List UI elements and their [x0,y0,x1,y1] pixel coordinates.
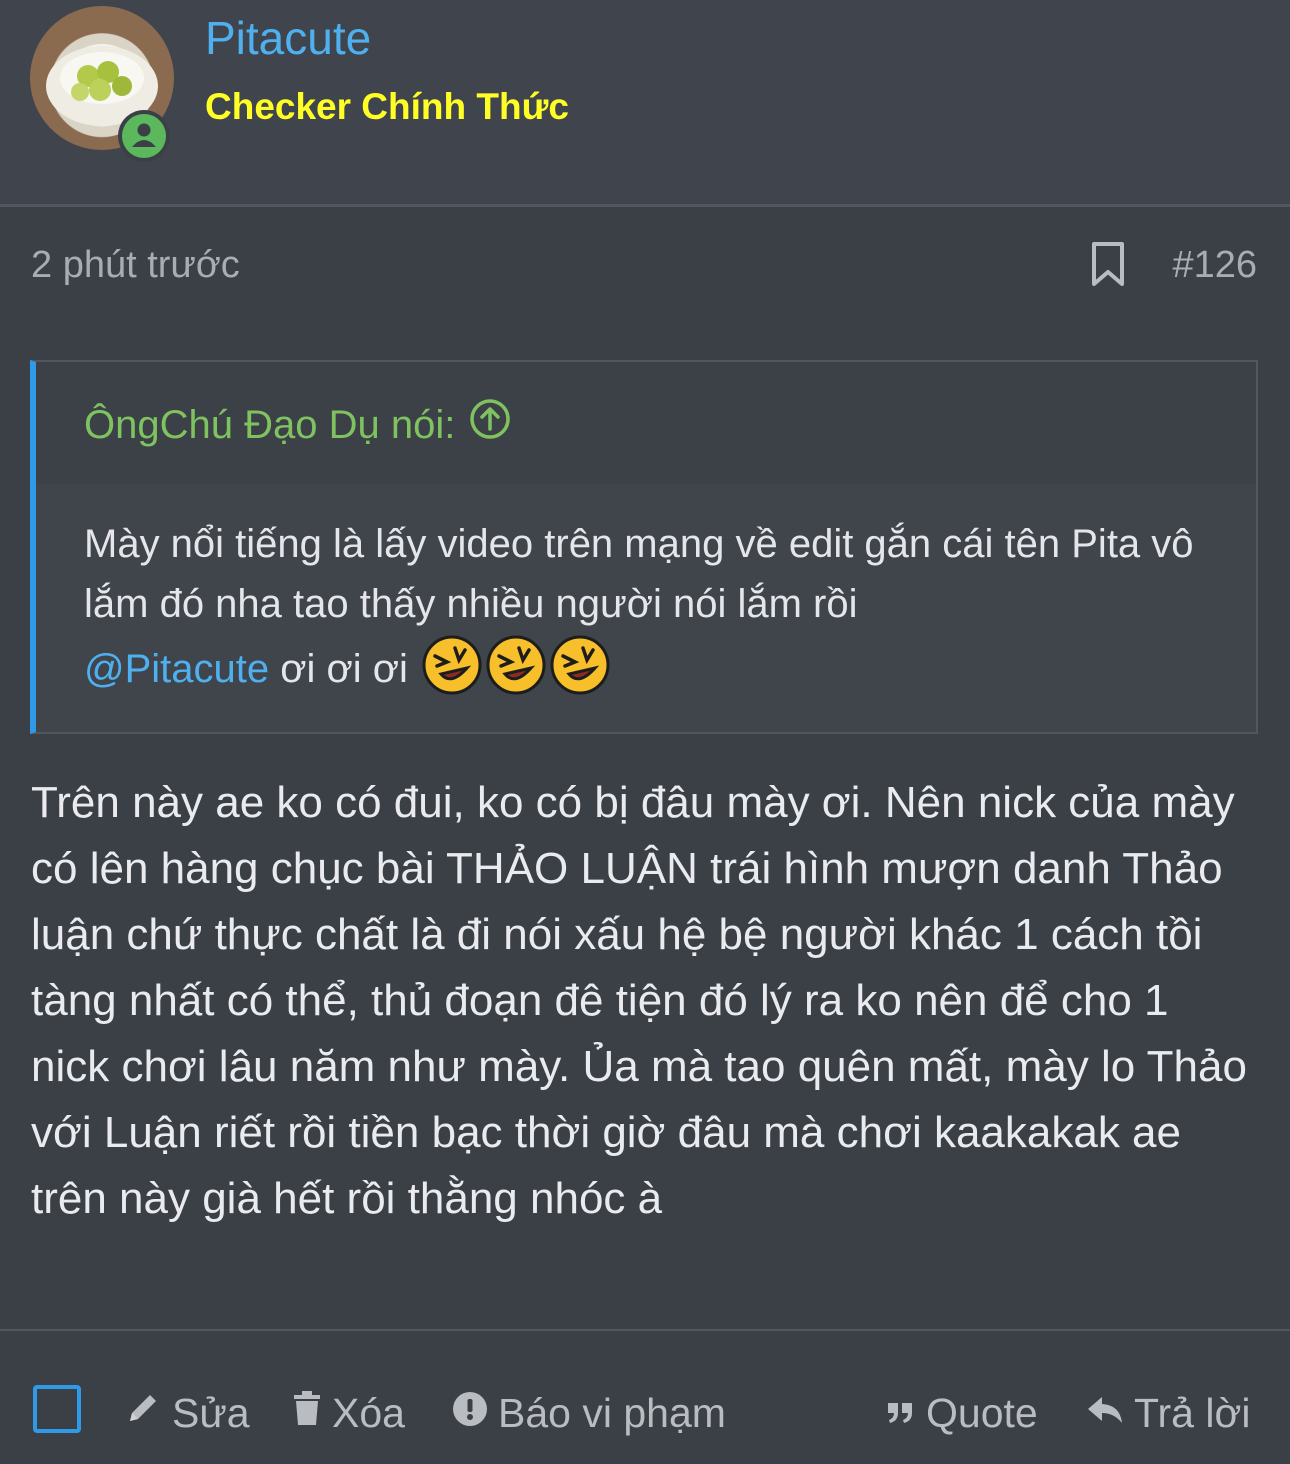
edit-label: Sửa [172,1389,250,1436]
exclamation-circle-icon [452,1390,488,1437]
quote-text: Mày nổi tiếng là lấy video trên mạng về … [84,514,1224,699]
reply-icon [1086,1390,1124,1437]
post-body: Trên này ae ko có đui, ko có bị đâu mày … [31,778,1247,1223]
quote-block: ÔngChú Đạo Dụ nói: Mày nổi tiếng là lấy … [30,360,1258,734]
quote-author-label: ÔngChú Đạo Dụ nói: [84,403,456,447]
quote-message: Mày nổi tiếng là lấy video trên mạng về … [84,522,1194,626]
online-user-icon [118,110,170,162]
quote-body: Mày nổi tiếng là lấy video trên mạng về … [36,484,1256,732]
edit-button[interactable]: Sửa [124,1380,250,1446]
divider [0,1329,1290,1331]
rofl-emoji [421,634,483,696]
report-label: Báo vi phạm [498,1389,726,1436]
rofl-emoji [485,634,547,696]
trash-icon [292,1389,322,1437]
report-button[interactable]: Báo vi phạm [452,1380,726,1446]
quote-icon [886,1390,916,1437]
post-header: Pitacute Checker Chính Thức [0,0,1290,207]
user-title: Checker Chính Thức [205,86,569,127]
quote-button[interactable]: Quote [886,1380,1038,1446]
pencil-icon [124,1389,162,1437]
select-checkbox[interactable] [33,1385,81,1433]
quote-tail: ơi ơi ơi [269,647,419,691]
username[interactable]: Pitacute [205,10,371,66]
bookmark-icon[interactable] [1088,240,1128,288]
delete-button[interactable]: Xóa [292,1380,405,1446]
post-timestamp[interactable]: 2 phút trước [31,240,240,290]
rofl-emoji [549,634,611,696]
delete-label: Xóa [332,1389,405,1436]
reply-button[interactable]: Trả lời [1086,1380,1250,1446]
quote-author-link[interactable]: ÔngChú Đạo Dụ nói: [84,398,511,452]
quote-header: ÔngChú Đạo Dụ nói: [36,362,1256,484]
quote-label: Quote [926,1389,1038,1436]
post-number[interactable]: #126 [1172,240,1257,290]
reply-label: Trả lời [1134,1389,1251,1436]
post-actions: Sửa Xóa Báo vi phạm Quote Trả lời [0,1380,1290,1450]
mention-link[interactable]: @Pitacute [84,647,269,691]
arrow-up-circle-icon[interactable] [469,398,511,452]
